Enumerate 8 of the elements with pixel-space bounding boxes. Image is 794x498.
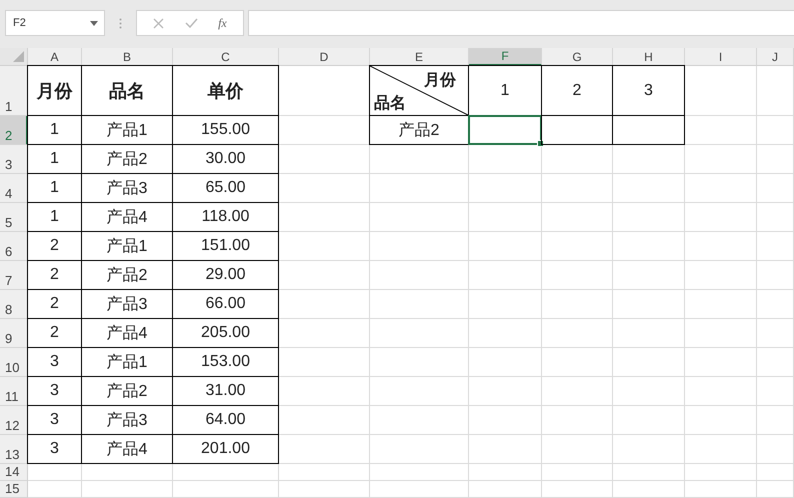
header-cell: 单价 [172, 65, 279, 116]
row-axis-label: 品名 [374, 94, 406, 114]
table-cell: 3 [27, 434, 82, 464]
table-cell: 201.00 [172, 434, 279, 464]
month-header-cell: 3 [612, 65, 685, 116]
table-cell: 产品2 [369, 115, 469, 145]
column-axis-label: 月份 [424, 71, 456, 91]
header-cell: 月份 [27, 65, 82, 116]
